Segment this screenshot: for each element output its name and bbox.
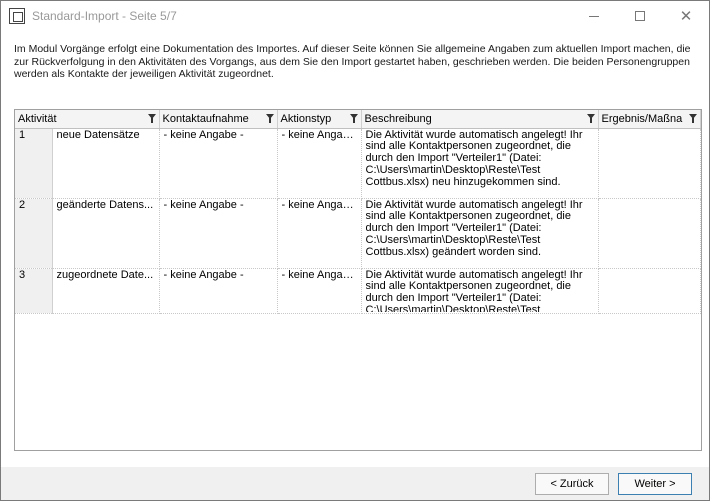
maximize-button[interactable] — [617, 1, 663, 31]
cell-kontaktaufnahme[interactable]: - keine Angabe - — [159, 128, 278, 199]
close-button[interactable]: ✕ — [663, 1, 709, 31]
activity-table: Aktivität Kontaktaufnahme Aktionstyp Bes… — [15, 110, 701, 314]
cell-ergebnis[interactable] — [598, 268, 701, 314]
column-header-aktivitaet[interactable]: Aktivität — [15, 110, 160, 129]
cell-aktionstyp[interactable]: - keine Angab... — [277, 128, 362, 199]
page-description: Im Modul Vorgänge erfolgt eine Dokumenta… — [14, 43, 691, 80]
column-header-aktionstyp[interactable]: Aktionstyp — [277, 110, 362, 129]
window-title: Standard-Import - Seite 5/7 — [32, 9, 177, 23]
filter-icon[interactable] — [688, 114, 697, 123]
maximize-icon — [635, 11, 645, 21]
next-button[interactable]: Weiter > — [618, 473, 692, 495]
filter-icon[interactable] — [265, 114, 274, 123]
table-row[interactable]: 2 geänderte Datens... - keine Angabe - -… — [15, 198, 701, 269]
filter-icon[interactable] — [147, 114, 156, 123]
column-header-ergebnis[interactable]: Ergebnis/Maßna — [598, 110, 701, 129]
cell-ergebnis[interactable] — [598, 198, 701, 269]
cell-beschreibung[interactable]: Die Aktivität wurde automatisch angelegt… — [361, 198, 599, 269]
table-header-row: Aktivität Kontaktaufnahme Aktionstyp Bes… — [15, 110, 701, 129]
cell-beschreibung[interactable]: Die Aktivität wurde automatisch angelegt… — [361, 128, 599, 199]
cell-kontaktaufnahme[interactable]: - keine Angabe - — [159, 268, 278, 314]
cell-kontaktaufnahme[interactable]: - keine Angabe - — [159, 198, 278, 269]
app-icon — [9, 8, 25, 24]
filter-icon[interactable] — [349, 114, 358, 123]
row-number: 2 — [15, 198, 53, 269]
activity-grid[interactable]: Aktivität Kontaktaufnahme Aktionstyp Bes… — [14, 109, 702, 451]
cell-aktivitaet[interactable]: geänderte Datens... — [52, 198, 160, 269]
filter-icon[interactable] — [586, 114, 595, 123]
back-button[interactable]: < Zurück — [535, 473, 609, 495]
column-header-kontaktaufnahme[interactable]: Kontaktaufnahme — [159, 110, 278, 129]
close-icon: ✕ — [679, 7, 693, 25]
cell-aktionstyp[interactable]: - keine Angab... — [277, 198, 362, 269]
row-number: 1 — [15, 128, 53, 199]
table-row[interactable]: 1 neue Datensätze - keine Angabe - - kei… — [15, 128, 701, 199]
cell-ergebnis[interactable] — [598, 128, 701, 199]
row-number: 3 — [15, 268, 53, 314]
title-bar[interactable]: Standard-Import - Seite 5/7 ✕ — [1, 1, 709, 31]
table-row[interactable]: 3 zugeordnete Date... - keine Angabe - -… — [15, 268, 701, 314]
minimize-icon — [589, 15, 599, 17]
cell-aktivitaet[interactable]: neue Datensätze — [52, 128, 160, 199]
wizard-content: Im Modul Vorgänge erfolgt eine Dokumenta… — [1, 31, 709, 467]
import-wizard-window: Standard-Import - Seite 5/7 ✕ Im Modul V… — [0, 0, 710, 501]
cell-beschreibung[interactable]: Die Aktivität wurde automatisch angelegt… — [361, 268, 599, 314]
cell-aktionstyp[interactable]: - keine Angab... — [277, 268, 362, 314]
wizard-footer: < Zurück Weiter > — [1, 467, 709, 500]
minimize-button[interactable] — [571, 1, 617, 31]
cell-aktivitaet[interactable]: zugeordnete Date... — [52, 268, 160, 314]
column-header-beschreibung[interactable]: Beschreibung — [361, 110, 599, 129]
